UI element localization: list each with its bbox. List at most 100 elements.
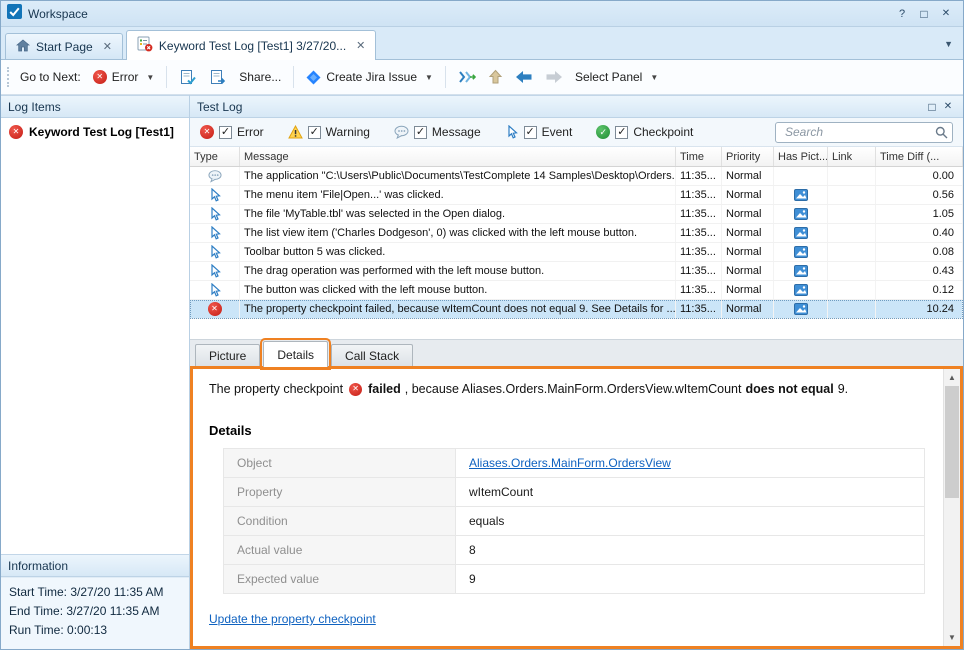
detail-value: 8 — [456, 536, 924, 564]
details-row: Object Aliases.Orders.MainForm.OrdersVie… — [224, 449, 924, 478]
checkpoint-icon — [596, 125, 610, 139]
filter-event[interactable]: Event — [505, 125, 573, 139]
chevron-down-icon — [650, 73, 658, 82]
scroll-up-icon[interactable] — [944, 369, 960, 386]
end-time-text: End Time: 3/27/20 11:35 AM — [9, 602, 181, 621]
col-link[interactable]: Link — [828, 147, 876, 166]
tab-keyword-test-log[interactable]: Keyword Test Log [Test1] 3/27/20... — [126, 30, 376, 60]
sidebar: Log Items Keyword Test Log [Test1] Infor… — [1, 95, 190, 649]
filter-message[interactable]: Message — [394, 125, 481, 139]
time-cell: 11:35... — [676, 262, 722, 280]
has-picture-cell — [774, 224, 828, 242]
toolbar-grip[interactable] — [7, 67, 12, 87]
has-picture-cell — [774, 205, 828, 223]
type-cell — [190, 262, 240, 280]
tab-close-icon[interactable] — [103, 40, 112, 53]
forward-button[interactable] — [539, 67, 569, 87]
col-time-diff[interactable]: Time Diff (... — [876, 147, 963, 166]
log-row[interactable]: The menu item 'File|Open...' was clicked… — [190, 186, 963, 205]
scrollbar-thumb[interactable] — [945, 386, 959, 498]
tree-item-keyword-test-log[interactable]: Keyword Test Log [Test1] — [1, 122, 189, 142]
panel-close-icon[interactable] — [940, 99, 956, 114]
time-cell: 11:35... — [676, 205, 722, 223]
go-to-parent-button[interactable] — [482, 66, 509, 88]
filter-bar: Error Warning Message Event — [190, 118, 963, 147]
filter-warning[interactable]: Warning — [288, 125, 370, 139]
scroll-down-icon[interactable] — [944, 629, 960, 646]
maximize-button[interactable] — [913, 5, 935, 23]
event-icon — [208, 264, 222, 278]
time-cell: 11:35... — [676, 224, 722, 242]
search-box — [775, 122, 953, 143]
tab-list-dropdown-icon[interactable] — [944, 39, 953, 49]
log-row[interactable]: The application "C:\Users\Public\Documen… — [190, 167, 963, 186]
link-cell — [828, 262, 876, 280]
link-cell — [828, 205, 876, 223]
back-button[interactable] — [509, 67, 539, 87]
warning-checkbox[interactable] — [308, 126, 321, 139]
checkpoint-checkbox[interactable] — [615, 126, 628, 139]
chevron-down-icon — [425, 73, 433, 82]
object-link[interactable]: Aliases.Orders.MainForm.OrdersView — [469, 456, 671, 470]
export-log-button[interactable] — [173, 66, 203, 89]
filter-error[interactable]: Error — [200, 125, 264, 139]
panel-maximize-icon[interactable] — [924, 99, 940, 114]
grid-header: Type Message Time Priority Has Pict... L… — [190, 147, 963, 167]
run-time-text: Run Time: 0:00:13 — [9, 621, 181, 640]
picture-icon — [794, 284, 808, 296]
tab-call-stack[interactable]: Call Stack — [331, 344, 413, 366]
col-has-picture[interactable]: Has Pict... — [774, 147, 828, 166]
time-diff-cell: 0.56 — [876, 186, 963, 204]
tab-close-icon[interactable] — [356, 39, 365, 52]
log-row-selected[interactable]: The property checkpoint failed, because … — [190, 300, 963, 319]
details-row: Condition equals — [224, 507, 924, 536]
has-picture-cell — [774, 243, 828, 261]
error-icon — [93, 70, 107, 84]
close-button[interactable] — [935, 5, 957, 23]
tab-details[interactable]: Details — [263, 341, 328, 367]
link-cell — [828, 300, 876, 318]
details-scrollbar[interactable] — [943, 369, 960, 646]
create-jira-issue-button[interactable]: Create Jira Issue — [300, 67, 439, 88]
error-checkbox[interactable] — [219, 126, 232, 139]
message-cell: The drag operation was performed with th… — [240, 262, 676, 280]
log-row[interactable]: The file 'MyTable.tbl' was selected in t… — [190, 205, 963, 224]
error-icon — [200, 125, 214, 139]
event-icon — [208, 226, 222, 240]
update-checkpoint-link[interactable]: Update the property checkpoint — [209, 612, 376, 626]
has-picture-cell — [774, 186, 828, 204]
detail-label: Actual value — [224, 536, 456, 564]
save-log-button[interactable] — [203, 66, 233, 89]
share-button[interactable]: Share... — [233, 67, 287, 87]
details-tabstrip: Picture Details Call Stack — [190, 339, 963, 366]
warning-icon — [288, 125, 303, 139]
select-panel-button[interactable]: Select Panel — [569, 67, 664, 87]
col-priority[interactable]: Priority — [722, 147, 774, 166]
log-row[interactable]: The drag operation was performed with th… — [190, 262, 963, 281]
go-to-next-error-button[interactable]: Error — [87, 67, 161, 87]
document-check-icon — [179, 69, 197, 86]
search-icon — [935, 126, 948, 139]
col-time[interactable]: Time — [676, 147, 722, 166]
tab-start-page[interactable]: Start Page — [5, 33, 123, 59]
picture-icon — [794, 189, 808, 201]
col-type[interactable]: Type — [190, 147, 240, 166]
help-button[interactable] — [891, 5, 913, 23]
time-diff-cell: 1.05 — [876, 205, 963, 223]
details-summary: The property checkpoint failed, because … — [209, 382, 930, 396]
link-cell — [828, 167, 876, 185]
tab-picture[interactable]: Picture — [195, 344, 260, 366]
detail-label: Expected value — [224, 565, 456, 593]
log-row[interactable]: The button was clicked with the left mou… — [190, 281, 963, 300]
col-message[interactable]: Message — [240, 147, 676, 166]
message-checkbox[interactable] — [414, 126, 427, 139]
event-checkbox[interactable] — [524, 126, 537, 139]
log-row[interactable]: Toolbar button 5 was clicked. 11:35... N… — [190, 243, 963, 262]
test-log-panel: Test Log Error Warning — [190, 95, 963, 649]
priority-cell: Normal — [722, 262, 774, 280]
document-tabstrip: Start Page Keyword Test Log [Test1] 3/27… — [1, 27, 963, 60]
search-input[interactable] — [783, 124, 935, 140]
go-to-next-run-button[interactable] — [452, 66, 482, 88]
log-row[interactable]: The list view item ('Charles Dodgeson', … — [190, 224, 963, 243]
filter-checkpoint[interactable]: Checkpoint — [596, 125, 693, 139]
